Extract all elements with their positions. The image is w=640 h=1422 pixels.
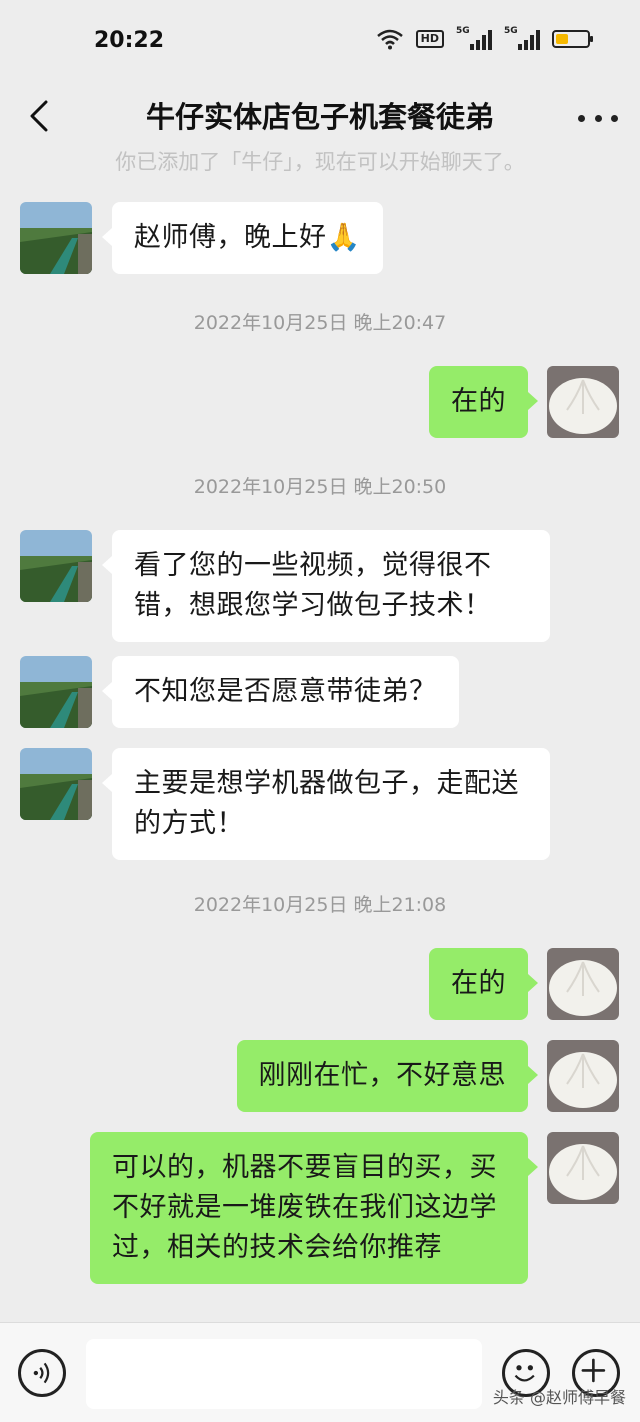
contact-avatar[interactable] — [20, 748, 92, 820]
signal-icon: 5G — [456, 26, 492, 50]
status-time: 20:22 — [94, 28, 165, 53]
system-notice: 你已添加了「牛仔」，现在可以开始聊天了。 — [115, 150, 525, 174]
my-avatar[interactable] — [547, 1132, 619, 1204]
message-bubble[interactable]: 在的 — [429, 366, 538, 438]
message-bubble[interactable]: 赵师傅，晚上好🙏 — [102, 202, 383, 274]
signal-label-2: 5G — [504, 26, 518, 36]
back-icon[interactable] — [22, 96, 62, 136]
message-input[interactable] — [86, 1339, 482, 1409]
timestamp: 2022年10月25日 晚上21:08 — [193, 894, 447, 916]
message-bubble[interactable]: 看了您的一些视频，觉得很不错，想跟您学习做包子技术！ — [102, 530, 550, 642]
battery-icon — [552, 30, 593, 48]
chat-title: 牛仔实体店包子机套餐徒弟 — [145, 100, 494, 134]
contact-avatar[interactable] — [20, 202, 92, 274]
more-icon[interactable] — [578, 98, 618, 138]
status-bar: 20:22 HD 5G 5G — [0, 0, 640, 84]
wifi-icon — [376, 29, 403, 50]
status-icons: HD 5G 5G — [376, 26, 593, 50]
my-avatar[interactable] — [547, 948, 619, 1020]
voice-icon[interactable] — [18, 1349, 66, 1397]
message-bubble[interactable]: 不知您是否愿意带徒弟？ — [102, 656, 459, 728]
timestamp: 2022年10月25日 晚上20:50 — [193, 476, 447, 498]
message-bubble[interactable]: 在的 — [429, 948, 538, 1020]
timestamp: 2022年10月25日 晚上20:47 — [193, 312, 447, 334]
battery-fill — [556, 34, 568, 44]
signal-icon-2: 5G — [504, 26, 540, 50]
hd-icon: HD — [415, 30, 444, 48]
input-bar: 头条 @赵师傅早餐 — [0, 1322, 640, 1422]
contact-avatar[interactable] — [20, 656, 92, 728]
message-bubble[interactable]: 刚刚在忙，不好意思 — [236, 1040, 538, 1112]
message-bubble[interactable]: 主要是想学机器做包子，走配送的方式！ — [102, 748, 550, 860]
my-avatar[interactable] — [547, 1040, 619, 1112]
my-avatar[interactable] — [547, 366, 619, 438]
chat-area[interactable]: 你已添加了「牛仔」，现在可以开始聊天了。 赵师傅，晚上好🙏 2022年10月25… — [0, 140, 640, 1320]
watermark: 头条 @赵师傅早餐 — [492, 1388, 626, 1407]
message-bubble[interactable]: 可以的，机器不要盲目的买，买不好就是一堆废铁在我们这边学过，相关的技术会给你推荐 — [90, 1132, 538, 1284]
signal-label: 5G — [456, 26, 470, 36]
contact-avatar[interactable] — [20, 530, 92, 602]
